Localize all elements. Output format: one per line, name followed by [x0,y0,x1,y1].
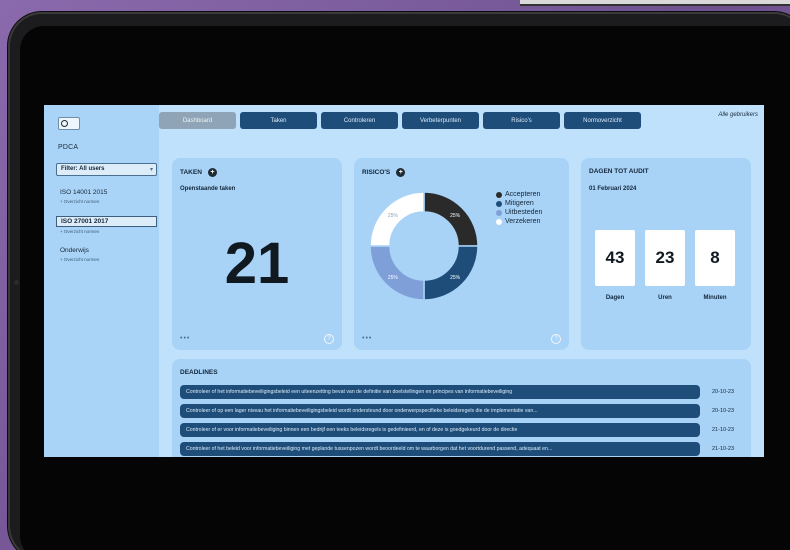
sidebar-item-label: Onderwijs [60,247,89,254]
tab-controleren[interactable]: Controleren [321,112,398,129]
days-counter: 43 [595,230,635,286]
deadline-date: 20-10-23 [712,389,735,395]
more-options-icon[interactable]: ••• [180,335,190,342]
deadline-date: 20-10-23 [712,408,735,414]
open-tasks-count: 21 [224,231,290,296]
background-window [520,0,790,6]
deadline-item[interactable]: Controleer of het beleid voor informatie… [180,442,700,456]
taken-title: TAKEN [180,169,202,176]
minutes-counter: 8 [695,230,735,286]
legend-swatch [496,200,502,207]
donut-slice-verzekeren [369,191,425,247]
deadlines-card: DEADLINES Controleer of het informatiebe… [172,359,751,457]
deadline-date: 21-10-23 [712,427,735,433]
deadline-item[interactable]: Controleer of er voor informatiebeveilig… [180,423,700,437]
legend-label: Accepteren [505,191,541,198]
sidebar: PDCA Filter: All users ▾ ISO 14001 2015 … [44,105,159,457]
deadline-item[interactable]: Controleer of het informatiebeveiligings… [180,385,700,399]
deadline-item[interactable]: Controleer of op een lager niveau het in… [180,404,700,418]
chevron-down-icon: ▾ [149,167,153,173]
risicos-card: RISICO'S + 25% 25% 25% 25% Accepteren Mitig… [354,158,569,350]
deadlines-title: DEADLINES [180,369,218,376]
donut-slice-label: 25% [388,213,399,219]
sidebar-section-title: PDCA [58,144,79,151]
legend-item: Verzekeren [496,217,542,226]
audit-countdown-card: DAGEN TOT AUDIT 01 Februari 2024 43 23 8… [581,158,751,350]
donut-slice-accepteren [423,191,479,247]
open-tasks-label: Openstaande taken [180,186,236,192]
legend-label: Mitigeren [505,200,534,207]
plus-icon[interactable]: + [207,168,217,177]
hours-counter: 23 [645,230,685,286]
sidebar-item-onderwijs[interactable]: Onderwijs [56,246,157,255]
tab-dashboard[interactable]: Dashboard [159,112,236,129]
donut-slice-uitbesteden [369,245,425,301]
legend-swatch [496,209,502,216]
tab-verbeterpunten[interactable]: Verbeterpunten [402,112,479,129]
card-title: RISICO'S + [362,168,406,177]
legend-item: Uitbesteden [496,208,542,217]
sidebar-item-sublink[interactable]: + Overzicht normen [60,199,153,204]
days-label: Dagen [605,295,625,301]
sidebar-item-iso-27001[interactable]: ISO 27001 2017 [56,216,157,227]
tab-normoverzicht[interactable]: Normoverzicht [564,112,641,129]
search-icon [61,120,68,127]
legend-label: Verzekeren [505,218,541,225]
audit-date: 01 Februari 2024 [589,186,637,192]
donut-slice-label: 25% [388,275,399,281]
legend-label: Uitbesteden [505,209,543,216]
legend-item: Accepteren [496,190,542,199]
app-screen: PDCA Filter: All users ▾ ISO 14001 2015 … [44,105,764,457]
logo[interactable] [58,117,80,130]
sidebar-item-sublink[interactable]: + Overzicht normen [60,257,153,262]
chart-legend: Accepteren Mitigeren Uitbesteden Verzeke… [496,190,542,226]
tab-taken[interactable]: Taken [240,112,317,129]
donut-slice-label: 25% [450,213,461,219]
filter-value: Filter: All users [61,166,105,172]
all-users-link[interactable]: Alle gebruikers [718,112,758,118]
taken-card: TAKEN + Openstaande taken 21 ••• ? [172,158,342,350]
legend-item: Mitigeren [496,199,542,208]
risicos-title: RISICO'S [362,169,391,176]
risk-donut-chart: 25% 25% 25% 25% [369,191,479,301]
tab-risicos[interactable]: Risico's [483,112,560,129]
sidebar-item-sublink[interactable]: + Overzicht normen [60,229,153,234]
user-filter-select[interactable]: Filter: All users ▾ [56,163,157,176]
help-icon[interactable]: ? [324,334,334,344]
deadline-date: 21-10-23 [712,446,735,452]
more-options-icon[interactable]: ••• [362,335,372,342]
donut-slice-mitigeren [423,245,479,301]
legend-swatch [496,191,502,198]
minutes-label: Minuten [703,295,727,301]
sidebar-item-iso-14001[interactable]: ISO 14001 2015 [56,188,157,197]
help-icon[interactable]: ? [551,334,561,344]
hours-label: Uren [658,295,672,301]
audit-title: DAGEN TOT AUDIT [589,168,649,175]
sidebar-item-label: ISO 14001 2015 [60,189,108,196]
donut-slice-label: 25% [450,275,461,281]
plus-icon[interactable]: + [396,168,406,177]
sidebar-item-label: ISO 27001 2017 [61,218,109,225]
legend-swatch [496,218,502,225]
card-title: TAKEN + [180,168,217,177]
camera-icon [14,280,19,285]
top-tabs: Dashboard Taken Controleren Verbeterpunt… [159,112,641,129]
